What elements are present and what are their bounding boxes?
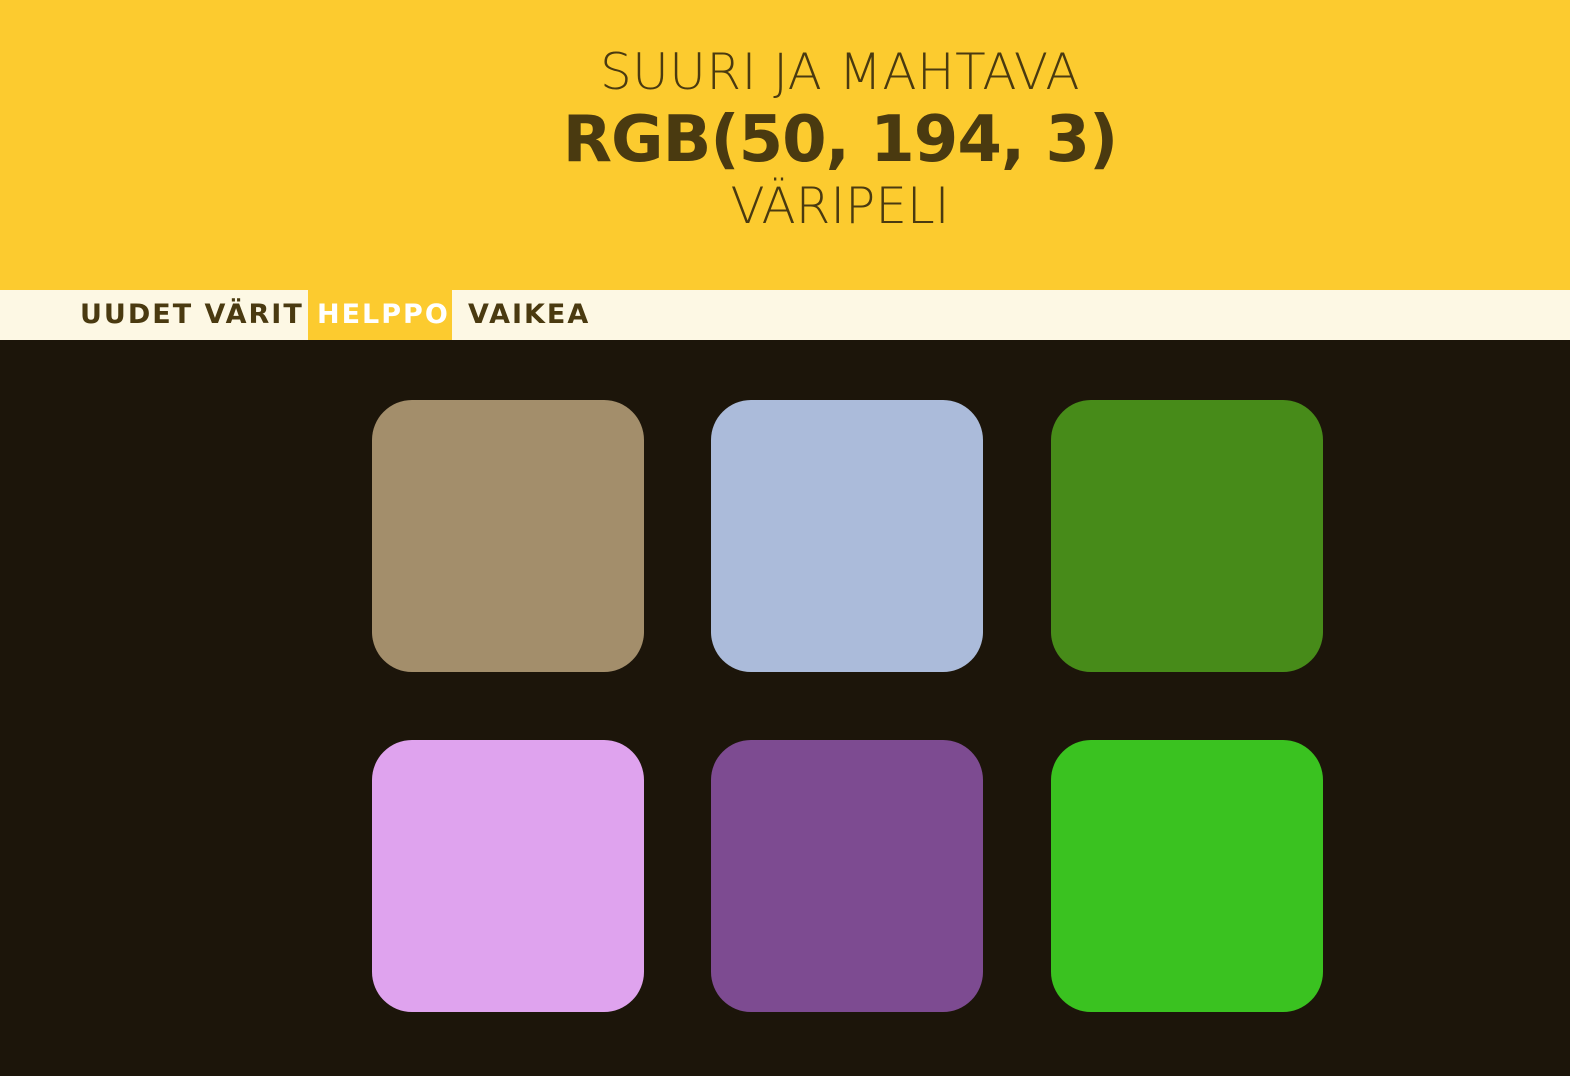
new-colors-button[interactable]: UUDET VÄRIT [80, 290, 304, 340]
color-tile[interactable] [1051, 740, 1323, 1012]
color-tile[interactable] [372, 400, 644, 672]
game-title: VÄRIPELI [730, 177, 950, 235]
target-color-code: RGB(50, 194, 3) [562, 103, 1118, 177]
color-tile[interactable] [1051, 400, 1323, 672]
easy-mode-button[interactable]: HELPPO [308, 290, 452, 340]
hard-mode-button[interactable]: VAIKEA [468, 290, 590, 340]
color-tile[interactable] [711, 740, 983, 1012]
color-tile[interactable] [372, 740, 644, 1012]
header: SUURI JA MAHTAVA RGB(50, 194, 3) VÄRIPEL… [0, 0, 1570, 290]
mode-bar: UUDET VÄRIT HELPPO VAIKEA [0, 290, 1570, 340]
game-subtitle: SUURI JA MAHTAVA [599, 43, 1081, 101]
color-tile[interactable] [711, 400, 983, 672]
